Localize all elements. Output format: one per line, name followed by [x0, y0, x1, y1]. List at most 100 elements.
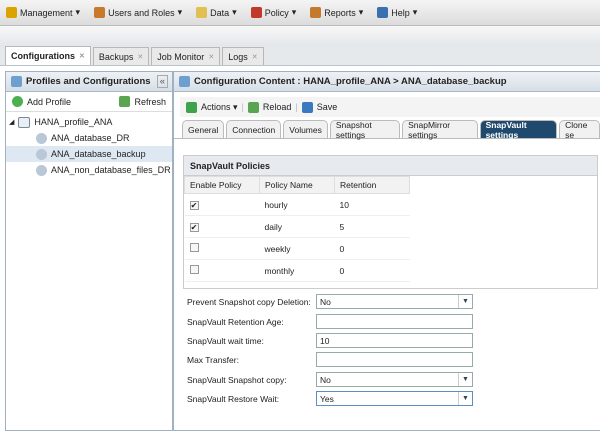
tab-logs[interactable]: Logs ✕	[222, 47, 264, 65]
form-row: Max Transfer:	[187, 352, 487, 367]
policy-retention: 0	[334, 259, 410, 282]
close-icon[interactable]: ✕	[137, 53, 143, 61]
collapse-button[interactable]: «	[156, 75, 168, 88]
actions-button[interactable]: Actions ▾	[201, 102, 238, 113]
tab-label: Job Monitor	[157, 51, 205, 62]
text-field[interactable]	[316, 352, 473, 367]
menu-label: Management	[20, 7, 73, 18]
config-header: Configuration Content : HANA_profile_ANA…	[174, 72, 600, 92]
config-icon	[36, 132, 47, 144]
select-field[interactable]: No ▼	[316, 372, 473, 387]
form-row: SnapVault Retention Age:	[187, 314, 487, 329]
select-field[interactable]: No ▼	[316, 294, 473, 309]
tree-root[interactable]: ◢ HANA_profile_ANA	[6, 114, 172, 130]
field-value: Yes	[320, 393, 334, 404]
add-icon	[12, 96, 23, 107]
tab-label: Backups	[98, 51, 134, 62]
menu-policy[interactable]: Policy ▾	[250, 7, 296, 18]
tab-backups[interactable]: Backups ✕	[92, 47, 150, 65]
close-icon[interactable]: ✕	[79, 52, 85, 60]
reload-icon	[247, 101, 259, 113]
config-icon	[36, 148, 47, 160]
refresh-icon	[119, 96, 131, 107]
subtab-1[interactable]: Connection	[226, 120, 282, 138]
profiles-header: Profiles and Configurations «	[6, 72, 172, 92]
select-field[interactable]: Yes ▼	[316, 391, 473, 406]
menu-label: Users and Roles	[108, 7, 175, 18]
enable-checkbox[interactable]: ✔	[189, 222, 199, 232]
field-value: 10	[320, 335, 330, 346]
wand-icon	[6, 7, 17, 18]
policy-name: hourly	[259, 193, 335, 216]
save-button[interactable]: Save	[317, 102, 338, 112]
menu-management[interactable]: Management ▾	[6, 7, 80, 18]
col-enable: Enable Policy	[184, 176, 260, 194]
main-tabs: Configurations ✕ Backups ✕ Job Monitor ✕ Logs ✕	[0, 46, 600, 66]
menu-label: Help	[391, 7, 410, 18]
tree-item[interactable]: ANA_database_DR	[6, 130, 172, 146]
subtab-2[interactable]: Volumes	[283, 120, 328, 138]
subtab-5[interactable]: SnapVault settings	[479, 120, 558, 140]
subtab-3[interactable]: Snapshot settings	[329, 120, 401, 140]
policy-row: ✔ daily 5	[184, 215, 410, 238]
enable-checkbox[interactable]	[189, 243, 199, 252]
help-icon	[377, 7, 389, 18]
policy-icon	[250, 7, 262, 18]
users-icon	[94, 7, 106, 18]
text-field[interactable]: 10	[316, 333, 473, 348]
settings-tabs: General Connection Volumes Snapshot setting…	[174, 120, 600, 140]
tree-item-label: ANA_database_backup	[51, 149, 146, 159]
refresh-button[interactable]: Refresh	[119, 96, 166, 107]
menu-label: Policy	[264, 7, 289, 18]
tab-configurations[interactable]: Configurations ✕	[5, 46, 91, 65]
text-field[interactable]	[316, 314, 473, 329]
panel-icon	[11, 76, 22, 87]
actions-label: Actions	[201, 101, 231, 112]
menu-help[interactable]: Help ▾	[377, 7, 417, 18]
enable-checkbox[interactable]	[189, 265, 199, 274]
panel-title: Profiles and Configurations	[26, 76, 151, 87]
form-row: SnapVault Snapshot copy: No ▼	[187, 372, 487, 387]
field-label: SnapVault Retention Age:	[187, 316, 284, 327]
form-row: SnapVault Restore Wait: Yes ▼	[187, 391, 487, 406]
menu-label: Reports	[324, 7, 356, 18]
config-title: Configuration Content : HANA_profile_ANA…	[194, 76, 507, 87]
form-row: SnapVault wait time: 10	[187, 333, 487, 348]
reload-button[interactable]: Reload	[263, 102, 292, 112]
tab-label: Logs	[228, 51, 248, 62]
menu-data[interactable]: Data ▾	[196, 7, 237, 18]
field-value: No	[320, 296, 331, 307]
close-icon[interactable]: ✕	[208, 53, 214, 61]
menu-label: Data	[210, 7, 230, 18]
chevron-down-icon[interactable]: ▼	[458, 392, 472, 405]
field-label: Prevent Snapshot copy Deletion:	[187, 296, 311, 307]
policy-retention: 0	[334, 237, 410, 260]
tree-item-selected[interactable]: ANA_database_backup	[6, 146, 172, 162]
menu-reports[interactable]: Reports ▾	[310, 7, 363, 18]
policy-name: weekly	[259, 237, 335, 260]
col-name: Policy Name	[259, 176, 335, 194]
enable-checkbox[interactable]: ✔	[189, 200, 199, 210]
report-icon	[310, 7, 322, 18]
policy-retention: 5	[334, 215, 410, 238]
subtab-0[interactable]: General	[182, 120, 225, 138]
tab-job-monitor[interactable]: Job Monitor ✕	[151, 47, 221, 65]
chevron-down-icon[interactable]: ▼	[458, 295, 472, 308]
config-toolbar: Actions ▾ | Reload | Save	[180, 97, 600, 117]
form-row: Prevent Snapshot copy Deletion: No ▼	[187, 294, 487, 309]
menu-users-and-roles[interactable]: Users and Roles ▾	[94, 7, 182, 18]
add-profile-button[interactable]: Add Profile	[12, 96, 71, 107]
policy-retention: 10	[334, 193, 410, 216]
list-icon	[179, 76, 190, 87]
policy-row: monthly 0	[184, 259, 410, 282]
tree-item-label: ANA_database_DR	[51, 133, 130, 143]
close-icon[interactable]: ✕	[252, 53, 258, 61]
snapvault-policies: SnapVault Policies Enable Policy Policy …	[183, 155, 598, 289]
field-label: SnapVault wait time:	[187, 335, 264, 346]
actions-icon	[186, 101, 197, 113]
tree-item[interactable]: ANA_non_database_files_DR	[6, 162, 172, 178]
profiles-panel: Profiles and Configurations « Add Profil…	[5, 71, 173, 431]
chevron-down-icon[interactable]: ▼	[458, 373, 472, 386]
subtab-6[interactable]: Clone se	[559, 120, 600, 140]
subtab-4[interactable]: SnapMirror settings	[402, 120, 478, 140]
